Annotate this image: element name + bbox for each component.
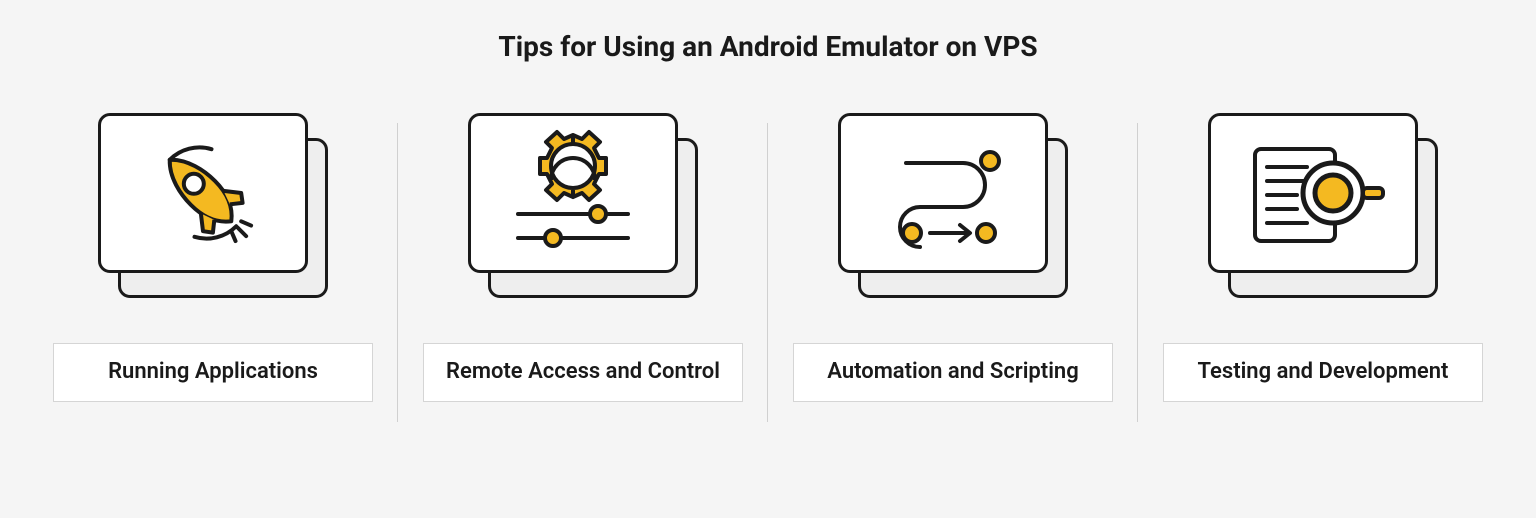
icon-panel bbox=[468, 113, 698, 303]
icon-panel bbox=[838, 113, 1068, 303]
card-label: Running Applications bbox=[53, 343, 373, 402]
card-label: Testing and Development bbox=[1163, 343, 1483, 402]
flow-path-icon bbox=[868, 133, 1018, 253]
panel-front bbox=[98, 113, 308, 273]
card-label: Automation and Scripting bbox=[793, 343, 1113, 402]
panel-front bbox=[1208, 113, 1418, 273]
magnifier-document-icon bbox=[1233, 133, 1393, 253]
card-remote-access: Remote Access and Control bbox=[398, 113, 768, 402]
card-testing: Testing and Development bbox=[1138, 113, 1508, 402]
panel-front bbox=[838, 113, 1048, 273]
card-label: Remote Access and Control bbox=[423, 343, 743, 402]
sliders-gear-icon bbox=[498, 128, 648, 258]
page-title: Tips for Using an Android Emulator on VP… bbox=[498, 30, 1037, 63]
card-running-applications: Running Applications bbox=[28, 113, 398, 402]
icon-panel bbox=[1208, 113, 1438, 303]
panel-front bbox=[468, 113, 678, 273]
icon-panel bbox=[98, 113, 328, 303]
cards-row: Running Applications bbox=[0, 113, 1536, 402]
card-automation: Automation and Scripting bbox=[768, 113, 1138, 402]
rocket-icon bbox=[138, 128, 268, 258]
